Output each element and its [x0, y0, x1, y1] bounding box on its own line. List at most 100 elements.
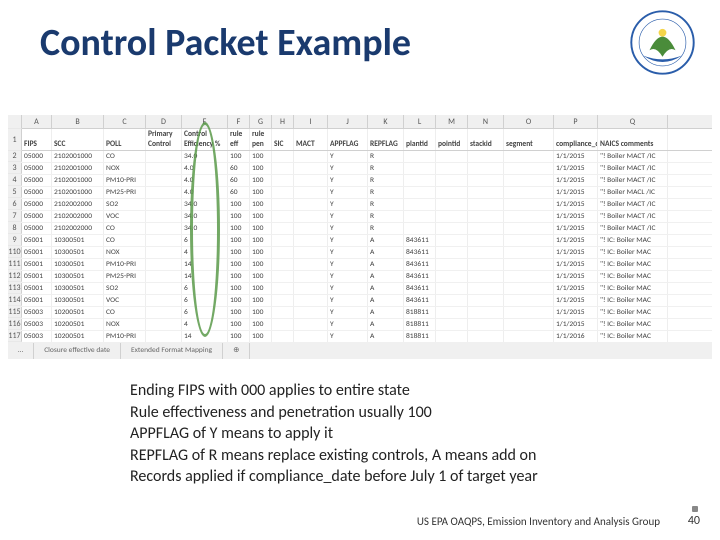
cell[interactable]: 10300501 — [52, 271, 104, 282]
cell[interactable] — [294, 259, 328, 270]
row-number[interactable]: 1 — [8, 129, 22, 151]
cell[interactable] — [504, 259, 554, 270]
cell[interactable]: 100 — [228, 271, 250, 282]
cell[interactable] — [272, 247, 294, 258]
cell[interactable]: A — [368, 295, 404, 306]
cell[interactable] — [436, 163, 468, 174]
cell[interactable]: 2102001000 — [52, 175, 104, 186]
cell[interactable]: 4.0 — [182, 187, 228, 198]
cell[interactable]: 1/1/2015 — [554, 247, 598, 258]
cell[interactable] — [436, 247, 468, 258]
cell[interactable] — [436, 211, 468, 222]
cell[interactable]: 100 — [228, 199, 250, 210]
header-cell[interactable]: pointid — [436, 129, 468, 150]
cell[interactable]: 843611 — [404, 235, 436, 246]
col-letter[interactable]: J — [328, 115, 368, 128]
cell[interactable] — [404, 163, 436, 174]
cell[interactable] — [272, 235, 294, 246]
row-number[interactable]: 110 — [8, 247, 22, 258]
cell[interactable]: Y — [328, 175, 368, 186]
cell[interactable] — [504, 331, 554, 342]
cell[interactable] — [504, 223, 554, 234]
cell[interactable]: 1/1/2015 — [554, 151, 598, 162]
cell[interactable]: 6 — [182, 235, 228, 246]
col-letter[interactable]: F — [228, 115, 250, 128]
header-cell[interactable]: SCC — [52, 129, 104, 150]
cell[interactable]: R — [368, 163, 404, 174]
row-number[interactable]: 115 — [8, 307, 22, 318]
cell[interactable] — [294, 163, 328, 174]
cell[interactable] — [504, 307, 554, 318]
cell[interactable]: 100 — [228, 319, 250, 330]
cell[interactable] — [272, 163, 294, 174]
cell[interactable]: 1/1/2015 — [554, 235, 598, 246]
row-number[interactable]: 9 — [8, 235, 22, 246]
cell[interactable] — [294, 295, 328, 306]
row-number[interactable]: 8 — [8, 223, 22, 234]
cell[interactable]: 100 — [250, 283, 272, 294]
cell[interactable] — [468, 151, 504, 162]
cell[interactable]: 100 — [250, 307, 272, 318]
cell[interactable]: "! IC: Boiler MAC — [598, 235, 668, 246]
cell[interactable]: 1/1/2015 — [554, 163, 598, 174]
cell[interactable] — [404, 187, 436, 198]
cell[interactable]: 100 — [228, 235, 250, 246]
cell[interactable]: 14 — [182, 259, 228, 270]
cell[interactable] — [294, 307, 328, 318]
cell[interactable] — [146, 259, 182, 270]
cell[interactable] — [272, 307, 294, 318]
cell[interactable] — [504, 295, 554, 306]
cell[interactable] — [272, 319, 294, 330]
cell[interactable]: 6 — [182, 307, 228, 318]
cell[interactable] — [294, 211, 328, 222]
cell[interactable]: CO — [104, 235, 146, 246]
col-letter[interactable]: B — [52, 115, 104, 128]
cell[interactable] — [272, 259, 294, 270]
cell[interactable]: 14 — [182, 331, 228, 342]
cell[interactable]: "! IC: Boiler MAC — [598, 247, 668, 258]
cell[interactable]: Y — [328, 247, 368, 258]
cell[interactable]: "! IC: Boiler MAC — [598, 307, 668, 318]
cell[interactable]: 14 — [182, 271, 228, 282]
col-letter[interactable]: K — [368, 115, 404, 128]
cell[interactable] — [468, 235, 504, 246]
cell[interactable]: 1/1/2015 — [554, 187, 598, 198]
cell[interactable]: R — [368, 223, 404, 234]
cell[interactable]: 1/1/2015 — [554, 307, 598, 318]
header-cell[interactable]: stackid — [468, 129, 504, 150]
cell[interactable] — [146, 223, 182, 234]
cell[interactable]: NOX — [104, 163, 146, 174]
cell[interactable] — [404, 211, 436, 222]
col-letter[interactable]: L — [404, 115, 436, 128]
cell[interactable]: 34.0 — [182, 223, 228, 234]
cell[interactable] — [468, 163, 504, 174]
header-cell[interactable]: FIPS — [22, 129, 52, 150]
cell[interactable]: 100 — [228, 151, 250, 162]
col-letter[interactable]: C — [104, 115, 146, 128]
cell[interactable] — [436, 175, 468, 186]
cell[interactable]: Y — [328, 211, 368, 222]
cell[interactable]: 2102002000 — [52, 199, 104, 210]
cell[interactable]: 1/1/2015 — [554, 283, 598, 294]
cell[interactable] — [146, 331, 182, 342]
cell[interactable] — [504, 199, 554, 210]
cell[interactable]: CO — [104, 223, 146, 234]
cell[interactable] — [146, 271, 182, 282]
col-letter[interactable]: M — [436, 115, 468, 128]
cell[interactable]: 60 — [228, 187, 250, 198]
cell[interactable]: 818811 — [404, 331, 436, 342]
cell[interactable]: A — [368, 259, 404, 270]
cell[interactable]: 05001 — [22, 283, 52, 294]
cell[interactable]: 34.0 — [182, 151, 228, 162]
cell[interactable] — [294, 283, 328, 294]
cell[interactable]: "! IC: Boiler MAC — [598, 259, 668, 270]
cell[interactable]: SO2 — [104, 283, 146, 294]
cell[interactable]: 05003 — [22, 307, 52, 318]
cell[interactable] — [468, 211, 504, 222]
row-number[interactable]: 112 — [8, 271, 22, 282]
cell[interactable]: 05001 — [22, 247, 52, 258]
cell[interactable]: 4.0 — [182, 175, 228, 186]
col-letter[interactable]: I — [294, 115, 328, 128]
col-letter[interactable]: O — [504, 115, 554, 128]
cell[interactable] — [294, 151, 328, 162]
